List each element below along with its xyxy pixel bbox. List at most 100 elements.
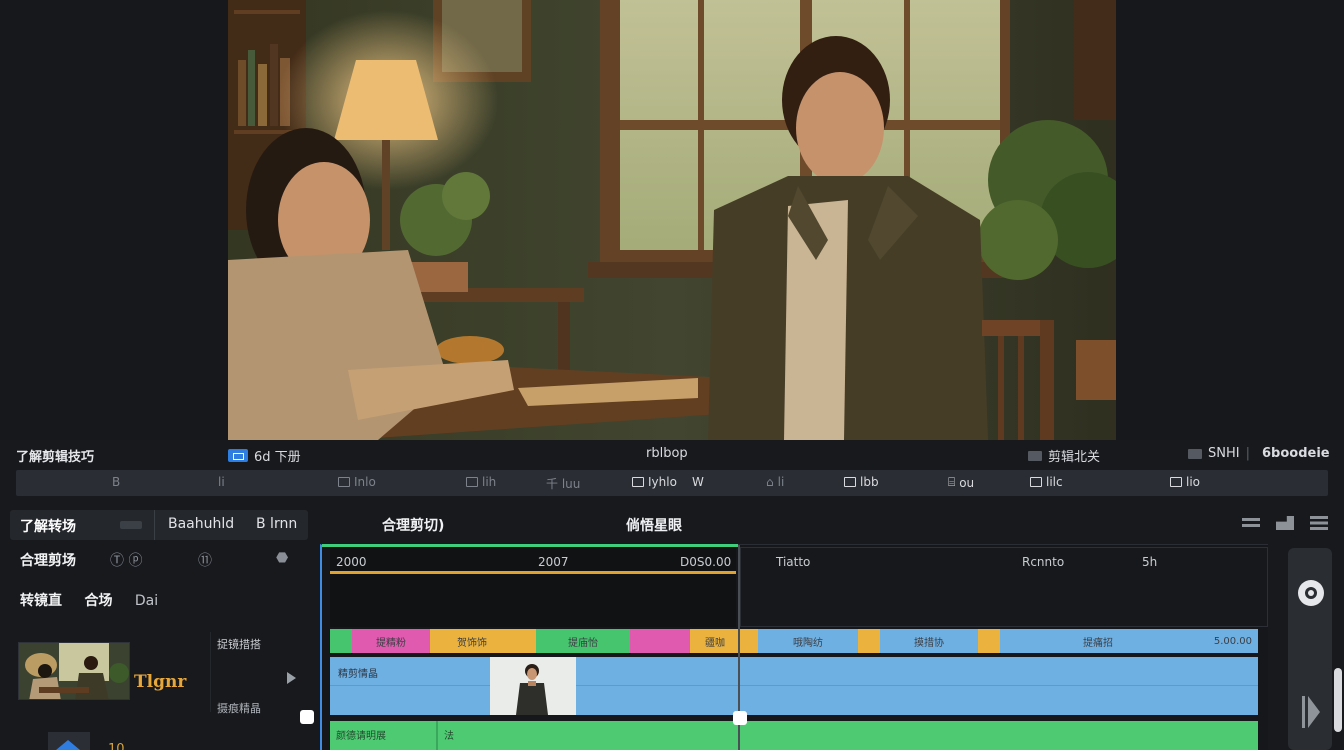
- tool-split[interactable]: B: [112, 475, 120, 489]
- tool-filter[interactable]: ⌂ li: [766, 475, 784, 489]
- effect-segment[interactable]: [630, 629, 690, 653]
- effect-segment[interactable]: 5.00.00: [1196, 629, 1258, 653]
- export-label[interactable]: 6boodeie: [1262, 446, 1330, 461]
- effect-segment[interactable]: 摸措协: [880, 629, 978, 653]
- panel-resize-handle[interactable]: [300, 710, 314, 724]
- playhead-handle[interactable]: [733, 711, 747, 725]
- menu-icon[interactable]: [1310, 516, 1328, 530]
- media-item[interactable]: Tlgnr 捉镜措搭 摄痕精晶: [10, 632, 310, 715]
- left-panel: 了解转场 Baahuhld B lrnn 合理剪场 Ⓣ ⓟ ⑪ ⬣ 转镜直 合场…: [0, 500, 318, 750]
- tool-effect[interactable]: W: [692, 475, 704, 489]
- ruler-tick: D0S0.00: [680, 555, 732, 569]
- audio-clip-label: 颜德请明展: [336, 731, 386, 742]
- timecode-label: rblbop: [646, 446, 688, 461]
- category-row: 合理剪场 Ⓣ ⓟ ⑪ ⬣: [20, 550, 300, 572]
- tool-crop[interactable]: Inlo: [338, 475, 376, 489]
- quality-toggle[interactable]: 剪辑北关: [1028, 446, 1100, 465]
- grid-icon[interactable]: ⑪: [198, 550, 212, 570]
- filter-icon: ⌂: [766, 475, 774, 489]
- video-track[interactable]: 精剪情晶: [330, 657, 1258, 715]
- effect-segment[interactable]: 提痛招: [1000, 629, 1196, 653]
- ruler-tick: 2000: [336, 555, 367, 569]
- effect-segment[interactable]: [330, 629, 352, 653]
- tool-trim[interactable]: li: [218, 475, 225, 489]
- aspect-ratio-icon: [228, 449, 248, 462]
- effect-segment[interactable]: [858, 629, 880, 653]
- record-icon[interactable]: [1298, 580, 1324, 606]
- panel-tabs: 了解转场 Baahuhld B lrnn: [10, 510, 308, 540]
- effects-track[interactable]: 提精粉 贺饰饰 提庙怡 疆咖 哦陶纺 摸措协 提痛招 5.00.00: [330, 629, 1258, 653]
- edit-toolbar: B li Inlo lih 千 luu Iyhlo W ⌂ li lbb ⌸ ou …: [16, 470, 1328, 496]
- play-bar-icon: [1302, 696, 1305, 728]
- clip-frame-image: [490, 657, 576, 715]
- tool-text[interactable]: Iyhlo: [632, 475, 677, 489]
- timeline-header: 合理剪切) 倘悟星眼: [320, 508, 1344, 542]
- filter-other[interactable]: Dai: [135, 593, 158, 609]
- filter-scene[interactable]: 合场: [84, 593, 112, 609]
- adjust-icon: [844, 477, 856, 487]
- audio-clip-label: 法: [444, 731, 454, 742]
- category-label[interactable]: 合理剪场: [20, 550, 76, 570]
- viewer-info-bar: 了解剪辑技巧 6d 下册 rblbop 剪辑北关 SNHI | 6boodeie: [0, 440, 1344, 468]
- timeline[interactable]: 2000 2007 D0S0.00 Tiatto Rcnnto 5h 提精粉 贺饰…: [320, 544, 1268, 750]
- effect-segment[interactable]: [740, 629, 758, 653]
- snap-toggle[interactable]: SNHI |: [1188, 446, 1250, 461]
- tool-keyframe[interactable]: lilc: [1030, 475, 1063, 489]
- play-arrow-icon[interactable]: [287, 672, 296, 684]
- effect-segment[interactable]: 贺饰饰: [430, 629, 514, 653]
- effect-segment[interactable]: 哦陶纺: [758, 629, 858, 653]
- ruler-left-region: [330, 547, 736, 627]
- palette-icon[interactable]: ⬣: [276, 550, 288, 566]
- ruler-tick: 5h: [1142, 555, 1158, 569]
- tool-mask[interactable]: ⌸ ou: [948, 475, 974, 490]
- tab-transitions[interactable]: 了解转场: [20, 516, 76, 536]
- audio-track[interactable]: 颜德请明展 法: [330, 721, 1258, 750]
- video-clip-thumbnail[interactable]: [490, 657, 576, 715]
- triangle-icon: [56, 740, 80, 750]
- aspect-label: 6d 下册: [254, 450, 301, 465]
- folder-icon[interactable]: [1276, 516, 1294, 530]
- video-track-label: 精剪情晶: [338, 669, 378, 680]
- timeline-label-cut: 合理剪切): [382, 518, 445, 534]
- timeline-ruler[interactable]: 2000 2007 D0S0.00 Tiatto Rcnnto 5h: [322, 545, 1268, 627]
- mask-icon: ⌸: [948, 475, 956, 489]
- ruler-right-region: [740, 547, 1268, 627]
- effect-segment[interactable]: [514, 629, 536, 653]
- tool-adjust[interactable]: lbb: [844, 475, 879, 489]
- quality-label: 剪辑北关: [1048, 450, 1101, 465]
- filter-cut[interactable]: 转镜直: [20, 593, 62, 609]
- export-icon: [1170, 477, 1182, 487]
- tool-volume[interactable]: 千 luu: [546, 475, 580, 492]
- tool-speed[interactable]: lih: [466, 475, 496, 489]
- separator: |: [1245, 446, 1250, 461]
- tab-brand[interactable]: B lrnn: [256, 516, 297, 532]
- speed-icon: [466, 477, 478, 487]
- media-side-top: 捉镜措搭: [217, 638, 261, 651]
- tab-pill-icon: [120, 521, 142, 529]
- video-track-divider: [330, 685, 1258, 686]
- video-preview-frame[interactable]: [228, 0, 1116, 440]
- play-icon[interactable]: [1308, 696, 1320, 728]
- effect-segment[interactable]: 提庙怡: [536, 629, 630, 653]
- tab-divider: [154, 510, 155, 540]
- audio-clip-divider: [436, 721, 438, 750]
- snap-label: SNHI: [1208, 446, 1240, 461]
- tab-basics[interactable]: Baahuhld: [168, 516, 234, 532]
- right-control-panel: [1288, 548, 1332, 750]
- ruler-tick: Tiatto: [776, 555, 811, 569]
- media-thumbnail[interactable]: [18, 642, 130, 700]
- media-side-bottom: 摄痕精晶: [217, 702, 261, 715]
- collapse-icon[interactable]: [1242, 516, 1260, 530]
- vertical-scrollbar[interactable]: [1334, 668, 1342, 732]
- filter-row: 转镜直 合场 Dai: [20, 590, 176, 610]
- clip-title: 了解剪辑技巧: [16, 450, 95, 465]
- in-out-range-bar[interactable]: [330, 571, 736, 574]
- tag-icon[interactable]: Ⓣ ⓟ: [110, 550, 142, 570]
- tool-export[interactable]: lio: [1170, 475, 1200, 489]
- effect-segment[interactable]: 疆咖: [690, 629, 740, 653]
- timeline-tools: [1242, 516, 1328, 530]
- aspect-selector[interactable]: 6d 下册: [228, 446, 301, 465]
- effect-segment[interactable]: 提精粉: [352, 629, 430, 653]
- preview-viewer: [0, 0, 1344, 440]
- effect-segment[interactable]: [978, 629, 1000, 653]
